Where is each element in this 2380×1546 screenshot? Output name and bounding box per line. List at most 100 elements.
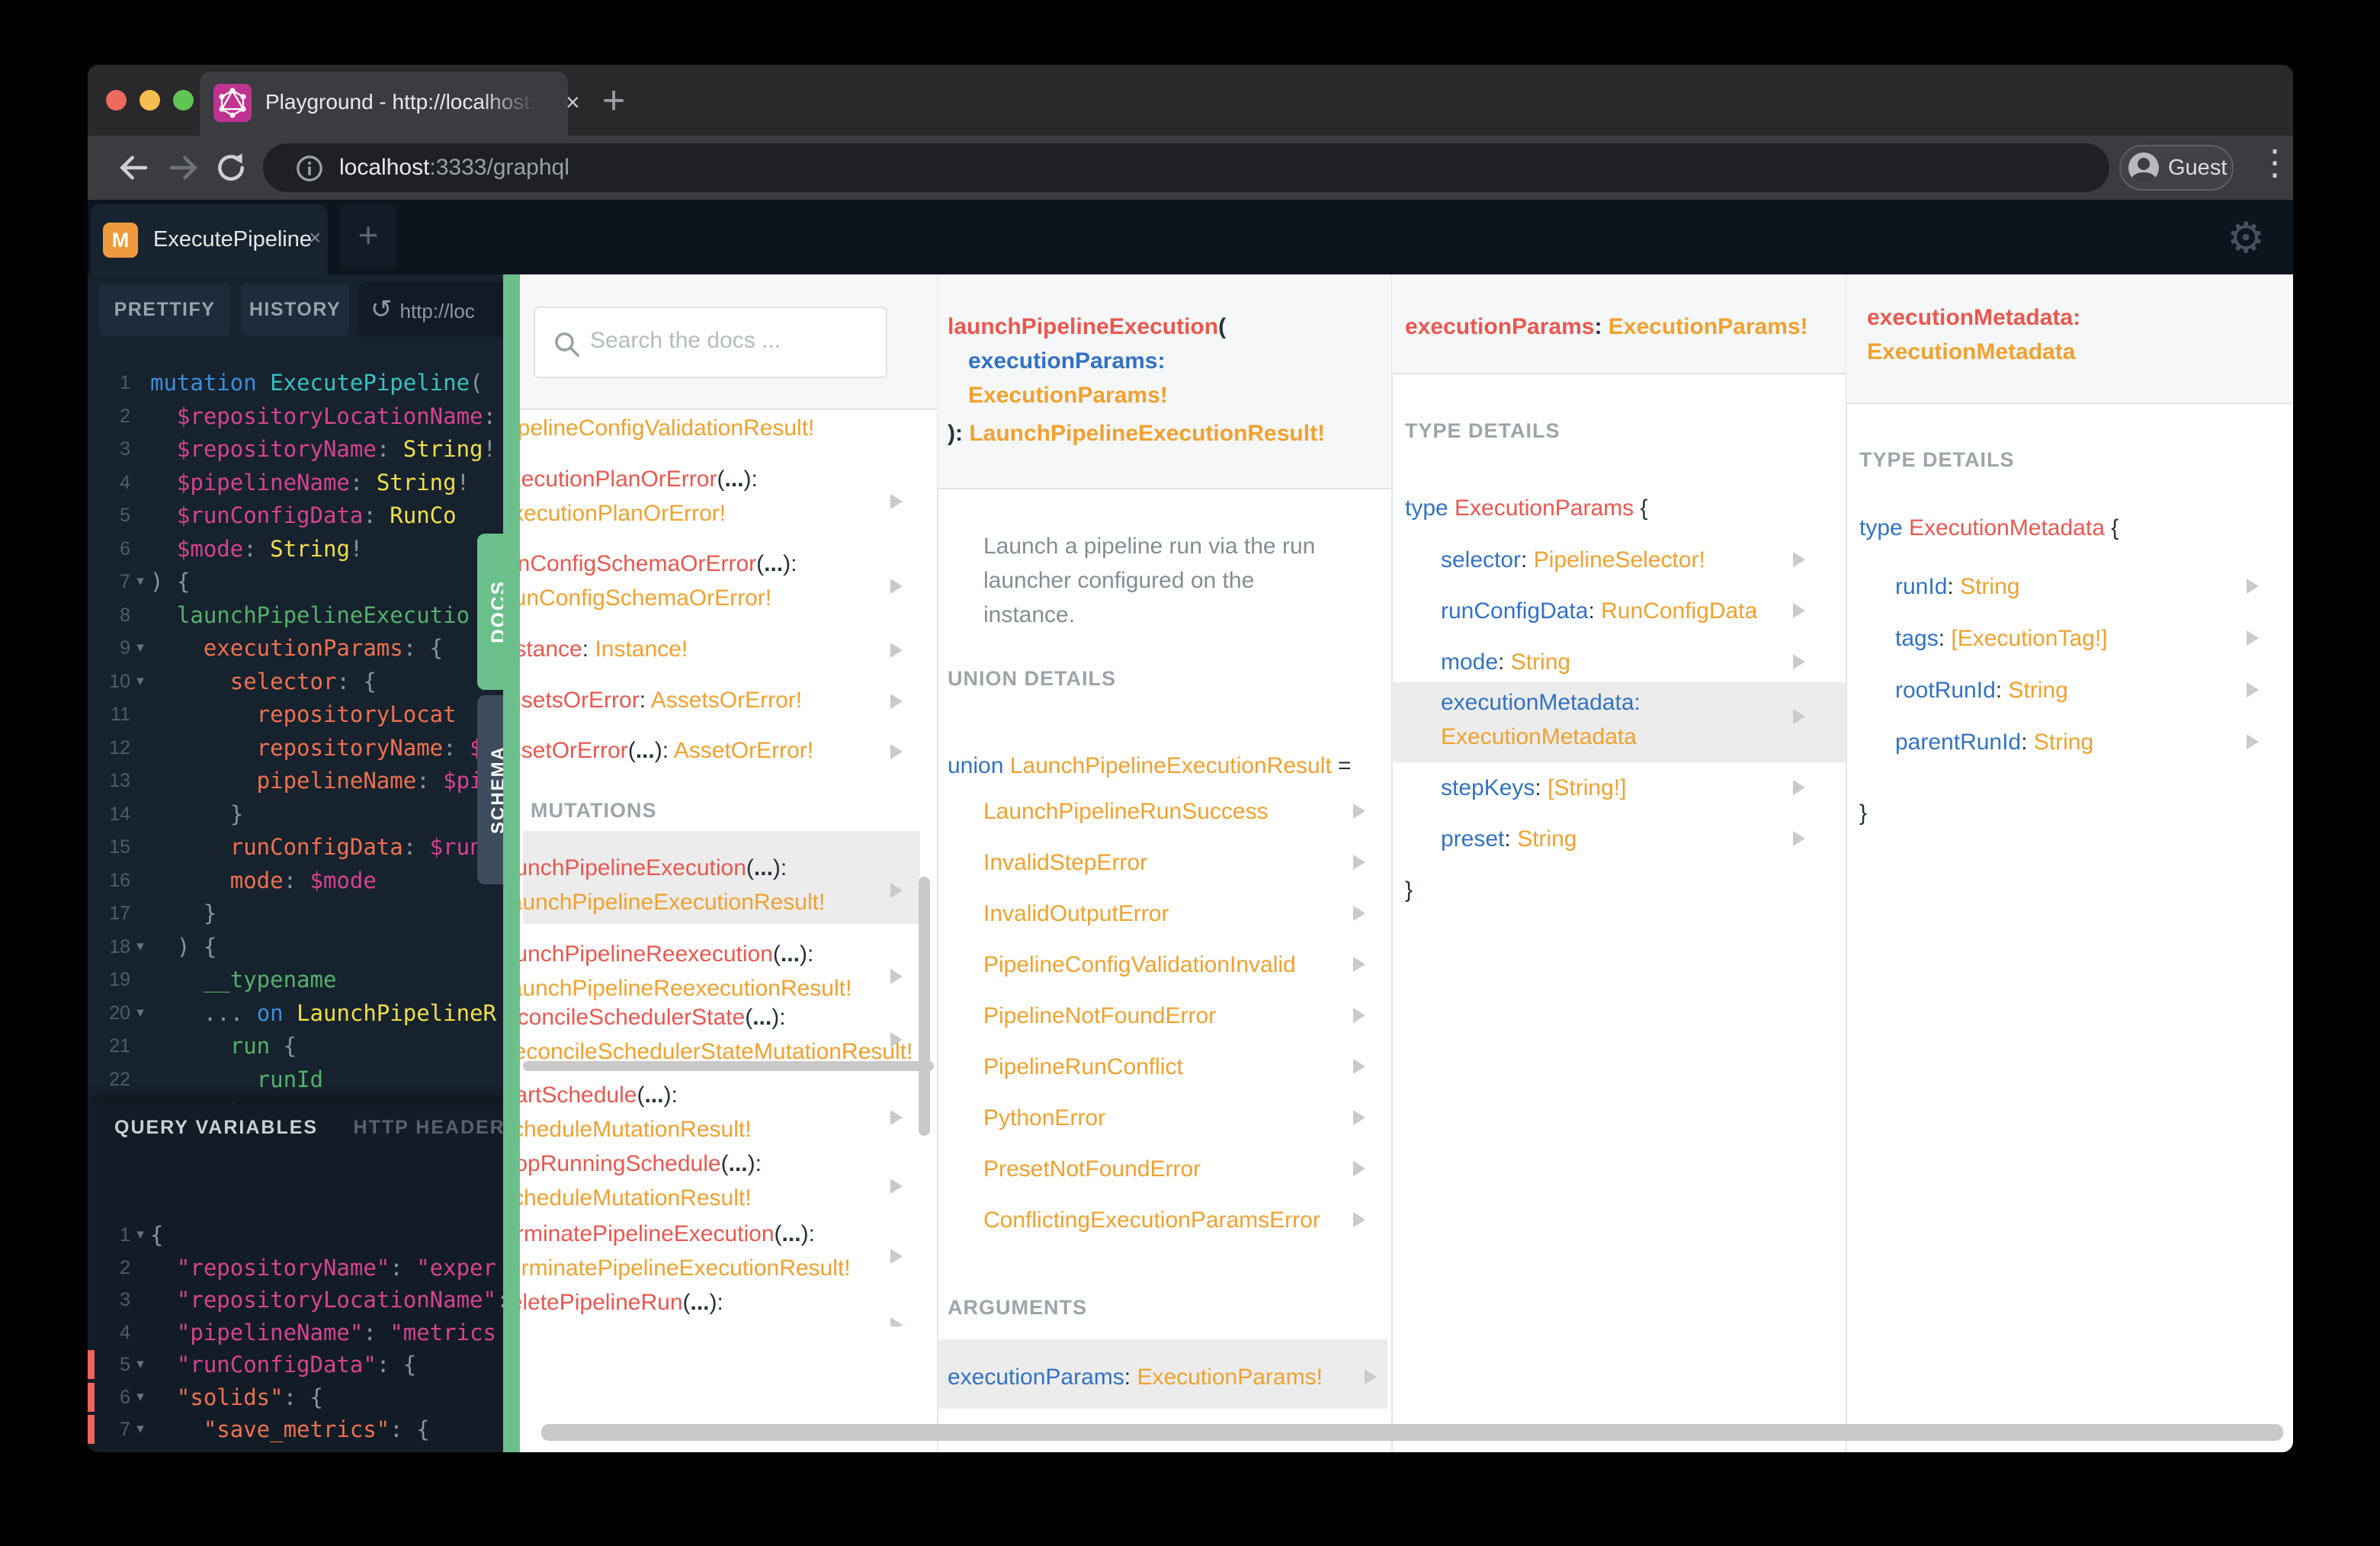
- endpoint-reload-icon[interactable]: ↺: [370, 295, 393, 324]
- type-field[interactable]: stepKeys: [String!]: [1441, 775, 1626, 801]
- docs-list-item[interactable]: runConfigSchemaOrError(...):: [520, 551, 797, 577]
- expand-arrow-icon[interactable]: [1353, 803, 1365, 819]
- expand-arrow-icon[interactable]: [1353, 1059, 1365, 1074]
- profile-button[interactable]: Guest: [2119, 145, 2234, 191]
- docs-horizontal-scrollbar[interactable]: [541, 1424, 2283, 1441]
- expand-arrow-icon[interactable]: [1353, 906, 1365, 921]
- minimize-window-button[interactable]: [140, 90, 160, 111]
- tab-query-variables[interactable]: QUERY VARIABLES: [114, 1117, 318, 1138]
- fold-arrow-icon[interactable]: ▾: [130, 1218, 150, 1252]
- union-member[interactable]: InvalidStepError: [983, 850, 1147, 876]
- docs-list-item-type[interactable]: TerminatePipelineExecutionResult!: [520, 1256, 851, 1281]
- docs-list-item[interactable]: launchPipelineReexecution(...):: [520, 941, 813, 967]
- vertical-scrollbar-thumb[interactable]: [919, 877, 930, 1136]
- union-member[interactable]: PythonError: [983, 1105, 1105, 1131]
- docs-list-item[interactable]: assetOrError(...): AssetOrError!: [520, 738, 813, 764]
- query-variables-panel[interactable]: QUERY VARIABLES HTTP HEADERS 1 ▾{2 "repos…: [88, 1103, 520, 1452]
- expand-arrow-icon[interactable]: [890, 579, 903, 594]
- docs-list-item-type[interactable]: ExecutionPlanOrError!: [520, 501, 726, 527]
- expand-arrow-icon[interactable]: [890, 744, 903, 759]
- browser-tab[interactable]: Playground - http://localhost:3 ×: [200, 72, 580, 136]
- docs-list-item[interactable]: executionPlanOrError(...):: [520, 467, 758, 492]
- docs-list-item-type[interactable]: LaunchPipelineExecutionResult!: [520, 890, 825, 916]
- settings-gear-icon[interactable]: ⚙: [2227, 209, 2265, 267]
- history-button[interactable]: HISTORY: [241, 284, 349, 335]
- docs-list-item[interactable]: reconcileSchedulerState(...):: [520, 1005, 786, 1031]
- expand-arrow-icon[interactable]: [890, 969, 903, 984]
- docs-list-item-type[interactable]: ScheduleMutationResult!: [520, 1117, 752, 1143]
- url-bar[interactable]: localhost:3333/graphql: [263, 143, 2109, 192]
- docs-list-item-type[interactable]: ScheduleMutationResult!: [520, 1185, 752, 1211]
- expand-arrow-icon[interactable]: [1353, 1008, 1365, 1023]
- docs-list-item[interactable]: terminatePipelineExecution(...):: [520, 1221, 815, 1247]
- fold-arrow-icon[interactable]: ▾: [130, 665, 150, 698]
- close-window-button[interactable]: [106, 90, 127, 111]
- union-member[interactable]: ConflictingExecutionParamsError: [983, 1208, 1320, 1233]
- fold-arrow-icon[interactable]: ▾: [130, 631, 150, 665]
- type-field-type[interactable]: ExecutionMetadata: [1441, 724, 1637, 750]
- docs-list-item-type[interactable]: LaunchPipelineReexecutionResult!: [520, 976, 852, 1002]
- expand-arrow-icon[interactable]: [1353, 1110, 1365, 1125]
- expand-arrow-icon[interactable]: [1365, 1369, 1377, 1384]
- prettify-button[interactable]: PRETTIFY: [99, 284, 230, 335]
- expand-arrow-icon[interactable]: [1353, 855, 1365, 870]
- type-field[interactable]: selector: PipelineSelector!: [1441, 547, 1705, 573]
- expand-arrow-icon[interactable]: [890, 643, 903, 658]
- union-member[interactable]: PipelineNotFoundError: [983, 1003, 1216, 1029]
- fold-arrow-icon[interactable]: ▾: [130, 930, 150, 964]
- expand-arrow-icon[interactable]: [2247, 579, 2259, 594]
- playground-new-tab-button[interactable]: +: [340, 204, 396, 268]
- reload-icon[interactable]: [213, 149, 249, 186]
- union-member[interactable]: PipelineConfigValidationInvalid: [983, 952, 1296, 978]
- argument-item[interactable]: executionParams: ExecutionParams!: [948, 1365, 1323, 1390]
- playground-tab[interactable]: M ExecutePipeline ×: [91, 204, 328, 274]
- new-tab-button[interactable]: +: [587, 75, 640, 129]
- type-field[interactable]: mode: String: [1441, 650, 1570, 675]
- tab-close-icon[interactable]: ×: [566, 88, 580, 117]
- expand-arrow-icon[interactable]: [1793, 603, 1805, 618]
- expand-arrow-icon[interactable]: [1353, 957, 1365, 972]
- docs-list-item-type[interactable]: ReconcileSchedulerStateMutationResult!: [520, 1039, 913, 1065]
- fold-arrow-icon[interactable]: ▾: [130, 565, 150, 598]
- union-member[interactable]: InvalidOutputError: [983, 901, 1169, 927]
- expand-arrow-icon[interactable]: [890, 883, 903, 898]
- docs-list-item[interactable]: deletePipelineRun(...):: [520, 1290, 723, 1316]
- type-field[interactable]: executionMetadata:: [1441, 690, 1641, 716]
- expand-arrow-icon[interactable]: [890, 1317, 903, 1326]
- expand-arrow-icon[interactable]: [890, 694, 903, 709]
- expand-arrow-icon[interactable]: [1793, 654, 1805, 669]
- expand-arrow-icon[interactable]: [890, 494, 903, 509]
- tab-http-headers[interactable]: HTTP HEADERS: [354, 1117, 520, 1138]
- fold-arrow-icon[interactable]: ▾: [130, 1381, 150, 1414]
- playground-tab-close-icon[interactable]: ×: [309, 226, 321, 250]
- expand-arrow-icon[interactable]: [2247, 630, 2259, 646]
- docs-search-input[interactable]: Search the docs ...: [534, 306, 887, 378]
- docs-panel-edge-strip[interactable]: [503, 274, 520, 1452]
- expand-arrow-icon[interactable]: [1353, 1212, 1365, 1227]
- docs-list-item[interactable]: instance: Instance!: [520, 637, 688, 662]
- docs-list-item-type[interactable]: DeletePipelineRunResult!: [520, 1324, 758, 1326]
- type-field[interactable]: runId: String: [1895, 574, 2019, 600]
- zoom-window-button[interactable]: [173, 90, 194, 111]
- expand-arrow-icon[interactable]: [1793, 831, 1805, 846]
- docs-list-item[interactable]: assetsOrError: AssetsOrError!: [520, 688, 802, 714]
- fold-arrow-icon[interactable]: ▾: [130, 1348, 150, 1381]
- docs-list-item-partial[interactable]: PipelineConfigValidationResult!: [520, 415, 814, 441]
- forward-icon[interactable]: [165, 149, 202, 186]
- fold-arrow-icon[interactable]: ▾: [130, 1413, 150, 1446]
- type-field[interactable]: parentRunId: String: [1895, 730, 2093, 755]
- expand-arrow-icon[interactable]: [1793, 780, 1805, 795]
- union-member[interactable]: PipelineRunConflict: [983, 1054, 1183, 1080]
- expand-arrow-icon[interactable]: [1793, 709, 1805, 724]
- union-member[interactable]: PresetNotFoundError: [983, 1156, 1201, 1182]
- expand-arrow-icon[interactable]: [1353, 1161, 1365, 1176]
- expand-arrow-icon[interactable]: [2247, 682, 2259, 698]
- type-field[interactable]: tags: [ExecutionTag!]: [1895, 626, 2108, 652]
- type-field[interactable]: rootRunId: String: [1895, 678, 2068, 704]
- expand-arrow-icon[interactable]: [2247, 734, 2259, 749]
- expand-arrow-icon[interactable]: [890, 1179, 903, 1194]
- union-member[interactable]: LaunchPipelineRunSuccess: [983, 799, 1269, 825]
- fold-arrow-icon[interactable]: ▾: [130, 996, 150, 1030]
- expand-arrow-icon[interactable]: [890, 1249, 903, 1264]
- docs-list-item-type[interactable]: RunConfigSchemaOrError!: [520, 585, 771, 611]
